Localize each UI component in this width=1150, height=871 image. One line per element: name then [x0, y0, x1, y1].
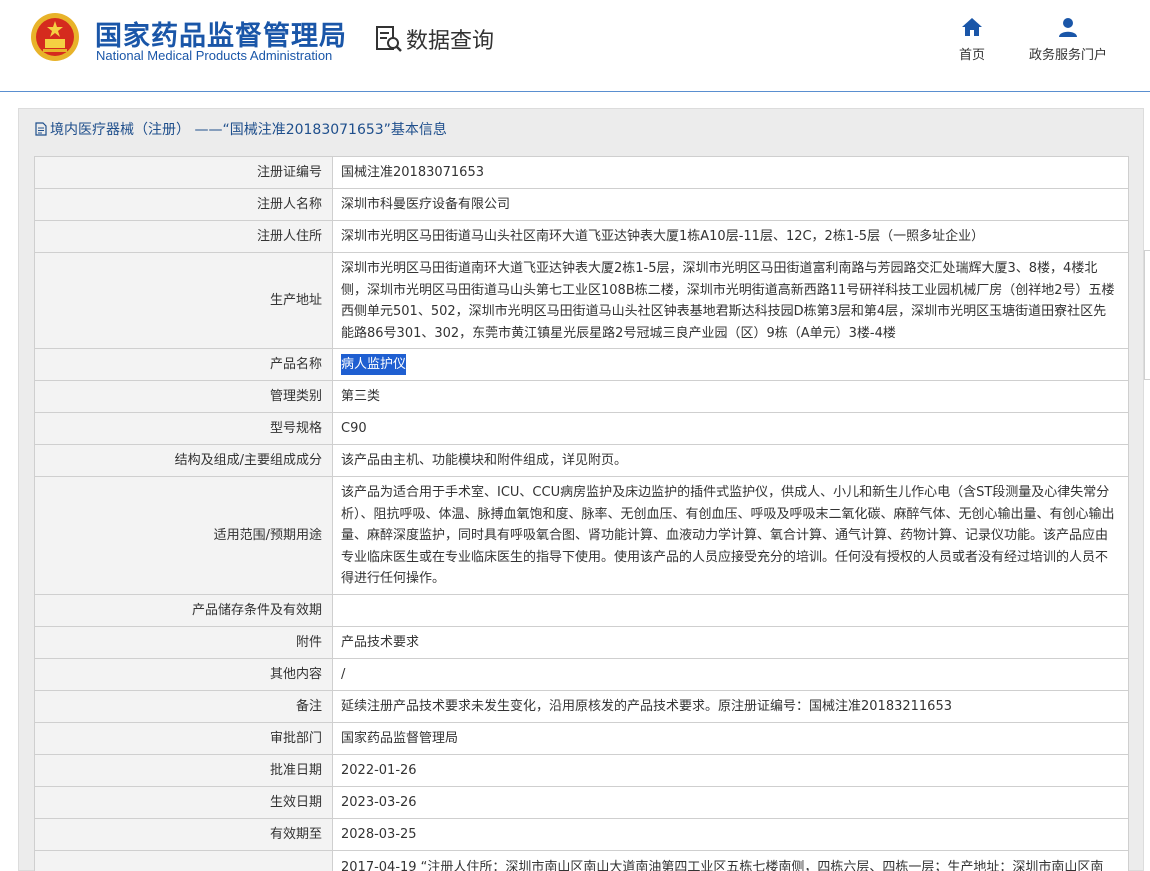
panel-title: 境内医疗器械（注册） ——“国械注准20183071653”基本信息 [35, 119, 447, 139]
side-float-widget[interactable] [1144, 250, 1150, 380]
national-emblem-icon [31, 13, 79, 61]
nav-service-portal-label: 政务服务门户 [1028, 48, 1107, 63]
field-value: 深圳市光明区马田街道马山头社区南环大道飞亚达钟表大厦1栋A10层-11层、12C… [333, 221, 1129, 252]
table-row: 结构及组成/主要组成成分 该产品由主机、功能模块和附件组成，详见附页。 [35, 445, 1129, 477]
table-row: 产品储存条件及有效期 [35, 595, 1129, 627]
table-row: 附件 产品技术要求 [35, 627, 1129, 659]
nav-home[interactable]: 首页 [952, 16, 992, 63]
field-label: 批准日期 [35, 755, 333, 786]
field-label [35, 851, 333, 871]
table-row: 型号规格 C90 [35, 413, 1129, 445]
field-label: 结构及组成/主要组成成分 [35, 445, 333, 476]
field-label: 附件 [35, 627, 333, 658]
field-value: 深圳市光明区马田街道南环大道飞亚达钟表大厦2栋1-5层，深圳市光明区马田街道富利… [333, 253, 1129, 348]
data-query-label: 数据查询 [406, 29, 495, 54]
field-value [333, 595, 1129, 626]
table-row: 产品名称 病人监护仪 [35, 349, 1129, 381]
nav-service-portal[interactable]: 政务服务门户 [1022, 16, 1114, 63]
field-value: 病人监护仪 [333, 349, 1129, 380]
field-label: 其他内容 [35, 659, 333, 690]
field-value: 2017-04-19 “注册人住所：深圳市南山区南山大道南油第四工业区五栋七楼南… [333, 851, 1129, 871]
field-value: 深圳市科曼医疗设备有限公司 [333, 189, 1129, 220]
field-value: / [333, 659, 1129, 690]
field-value: 国家药品监督管理局 [333, 723, 1129, 754]
selected-text[interactable]: 病人监护仪 [341, 353, 407, 376]
field-label: 适用范围/预期用途 [35, 477, 333, 594]
field-value: 2023-03-26 [333, 787, 1129, 818]
table-row: 生效日期 2023-03-26 [35, 787, 1129, 819]
site-title-en: National Medical Products Administration [96, 48, 333, 63]
table-row: 审批部门 国家药品监督管理局 [35, 723, 1129, 755]
data-query-link[interactable]: 数据查询 [374, 22, 494, 56]
header-divider [0, 91, 1150, 92]
table-row: 有效期至 2028-03-25 [35, 819, 1129, 851]
field-label: 备注 [35, 691, 333, 722]
field-value: 延续注册产品技术要求未发生变化，沿用原核发的产品技术要求。原注册证编号：国械注准… [333, 691, 1129, 722]
table-row: 适用范围/预期用途 该产品为适合用于手术室、ICU、CCU病房监护及床边监护的插… [35, 477, 1129, 595]
table-row: 注册证编号 国械注准20183071653 [35, 157, 1129, 189]
field-label: 有效期至 [35, 819, 333, 850]
detail-table: 注册证编号 国械注准20183071653 注册人名称 深圳市科曼医疗设备有限公… [34, 156, 1129, 871]
field-label: 注册证编号 [35, 157, 333, 188]
table-row: 批准日期 2022-01-26 [35, 755, 1129, 787]
field-label: 注册人名称 [35, 189, 333, 220]
table-row: 注册人住所 深圳市光明区马田街道马山头社区南环大道飞亚达钟表大厦1栋A10层-1… [35, 221, 1129, 253]
field-label: 生效日期 [35, 787, 333, 818]
document-search-icon [376, 26, 402, 52]
field-value: 第三类 [333, 381, 1129, 412]
field-value: 该产品为适合用于手术室、ICU、CCU病房监护及床边监护的插件式监护仪，供成人、… [333, 477, 1129, 594]
field-label: 产品储存条件及有效期 [35, 595, 333, 626]
field-label: 产品名称 [35, 349, 333, 380]
table-row: 注册人名称 深圳市科曼医疗设备有限公司 [35, 189, 1129, 221]
field-label: 型号规格 [35, 413, 333, 444]
field-value: 该产品由主机、功能模块和附件组成，详见附页。 [333, 445, 1129, 476]
field-label: 注册人住所 [35, 221, 333, 252]
site-header: 国家药品监督管理局 National Medical Products Admi… [0, 0, 1150, 92]
home-icon [962, 18, 982, 36]
field-label: 审批部门 [35, 723, 333, 754]
field-value: C90 [333, 413, 1129, 444]
table-row: 其他内容 / [35, 659, 1129, 691]
field-value: 2028-03-25 [333, 819, 1129, 850]
table-row: 管理类别 第三类 [35, 381, 1129, 413]
nav-home-label: 首页 [958, 48, 985, 63]
document-icon [35, 122, 47, 136]
field-label: 管理类别 [35, 381, 333, 412]
table-row: 生产地址 深圳市光明区马田街道南环大道飞亚达钟表大厦2栋1-5层，深圳市光明区马… [35, 253, 1129, 349]
field-value: 产品技术要求 [333, 627, 1129, 658]
field-label: 生产地址 [35, 253, 333, 348]
field-value: 国械注准20183071653 [333, 157, 1129, 188]
table-row: 备注 延续注册产品技术要求未发生变化，沿用原核发的产品技术要求。原注册证编号：国… [35, 691, 1129, 723]
table-row: 2017-04-19 “注册人住所：深圳市南山区南山大道南油第四工业区五栋七楼南… [35, 851, 1129, 871]
user-icon [1059, 18, 1077, 37]
panel-title-text: 境内医疗器械（注册） ——“国械注准20183071653”基本信息 [50, 122, 447, 138]
field-value: 2022-01-26 [333, 755, 1129, 786]
